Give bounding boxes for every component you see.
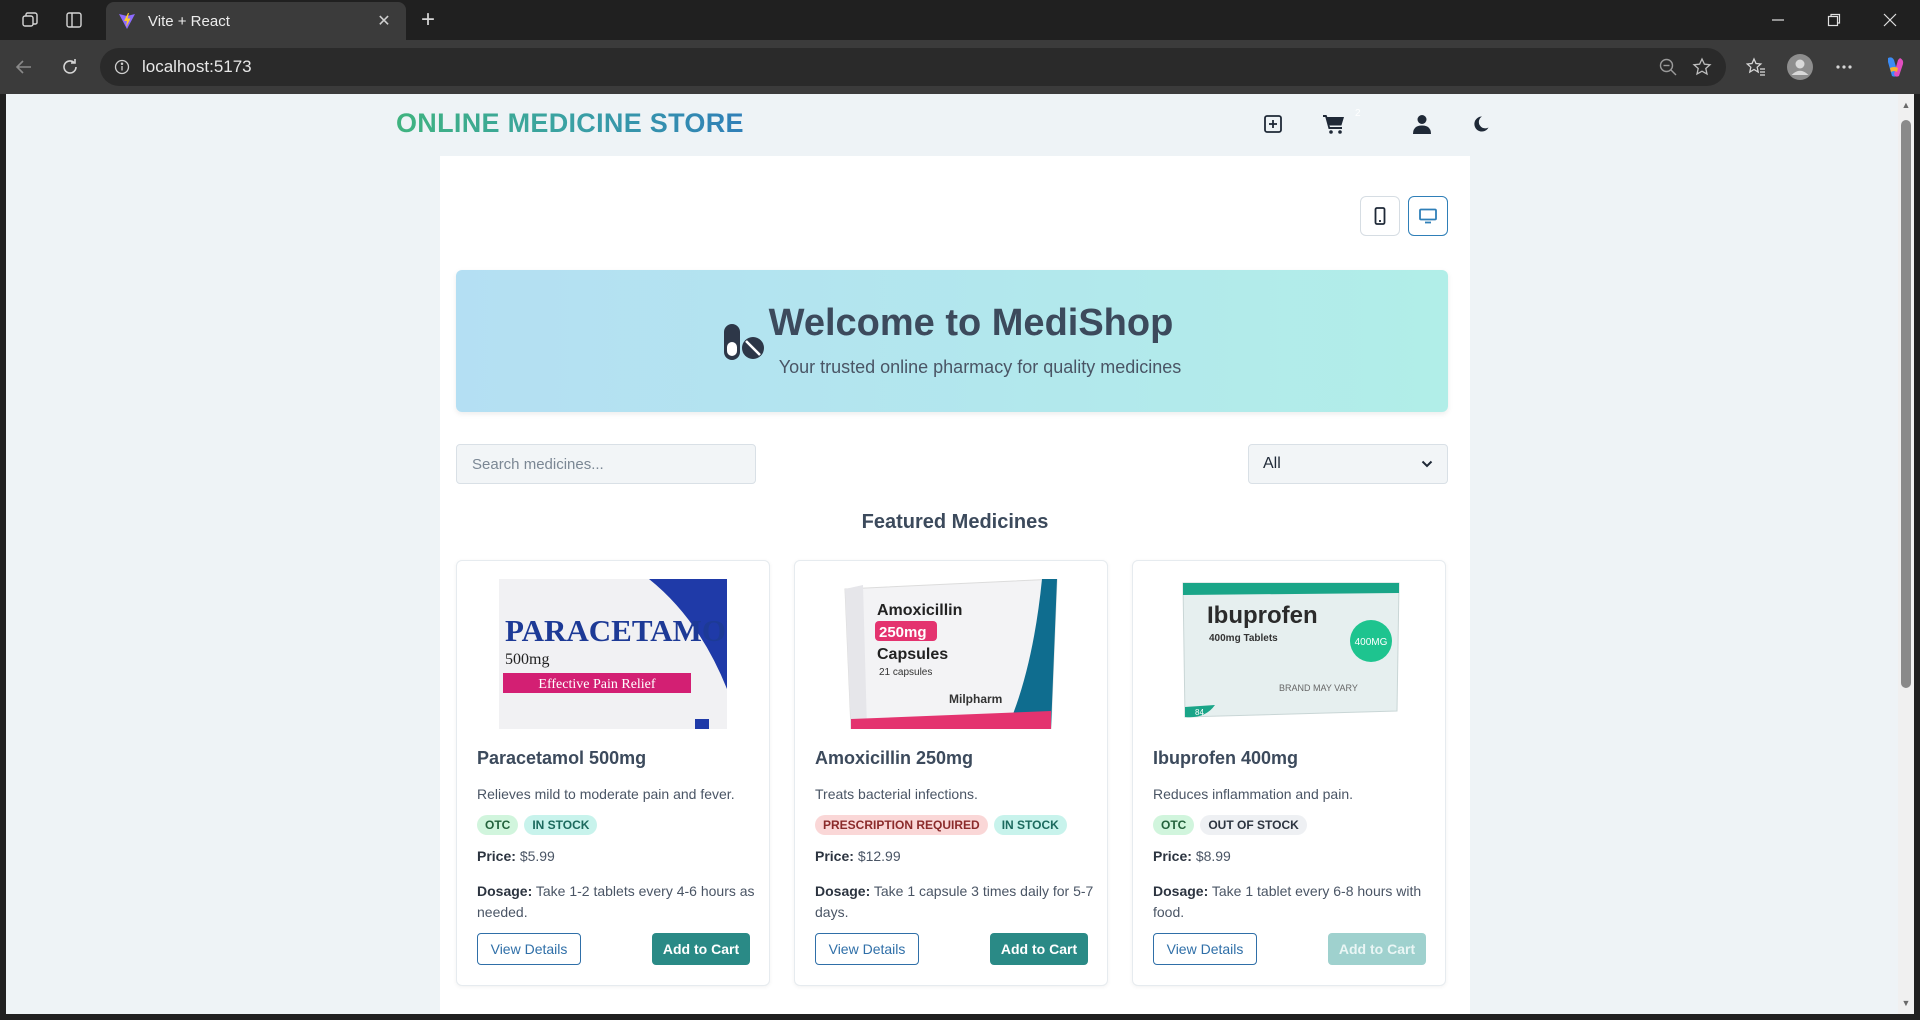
- product-card: Ibuprofen 400mg Tablets 400MG BRAND MAY …: [1132, 560, 1446, 986]
- close-window-icon[interactable]: [1862, 0, 1918, 40]
- mobile-icon: [1374, 207, 1386, 225]
- tab-close-icon[interactable]: ✕: [374, 11, 394, 31]
- url-text: localhost:5173: [142, 57, 252, 76]
- svg-text:500mg: 500mg: [505, 651, 549, 668]
- product-name: Paracetamol 500mg: [477, 748, 647, 768]
- add-to-cart-button-disabled[interactable]: Add to Cart: [1328, 933, 1426, 965]
- product-name: Ibuprofen 400mg: [1153, 748, 1299, 768]
- minimize-icon[interactable]: [1750, 0, 1806, 40]
- product-price: Price: $12.99: [815, 848, 901, 864]
- add-medicine-icon[interactable]: [1261, 112, 1285, 136]
- desktop-icon: [1419, 208, 1437, 224]
- main-content: Welcome to MediShop Your trusted online …: [440, 156, 1470, 1014]
- dark-mode-moon-icon[interactable]: [1469, 112, 1493, 136]
- product-price: Price: $5.99: [477, 848, 555, 864]
- new-tab-icon[interactable]: +: [414, 6, 442, 34]
- product-description: Treats bacterial infections.: [815, 786, 978, 802]
- paracetamol-pack-image: PARACETAMOL 500mg Effective Pain Relief: [499, 579, 727, 729]
- vite-icon: [119, 13, 135, 29]
- user-icon[interactable]: [1410, 112, 1434, 136]
- back-icon[interactable]: [10, 53, 38, 81]
- product-card: Amoxicillin 250mg Capsules 21 capsules M…: [794, 560, 1108, 986]
- reload-icon[interactable]: [56, 53, 84, 81]
- tab-title: Vite + React: [148, 12, 230, 30]
- svg-text:400mg Tablets: 400mg Tablets: [1209, 633, 1278, 644]
- scrollbar-thumb[interactable]: [1901, 120, 1911, 688]
- svg-text:PARACETAMOL: PARACETAMOL: [505, 613, 727, 648]
- mobile-view-button[interactable]: [1360, 196, 1400, 236]
- stock-badge: IN STOCK: [524, 815, 598, 835]
- svg-text:Capsules: Capsules: [877, 646, 948, 663]
- favorite-star-icon[interactable]: [1692, 57, 1712, 77]
- address-bar[interactable]: localhost:5173: [100, 48, 1726, 86]
- zoom-out-icon[interactable]: [1658, 57, 1678, 77]
- restore-icon[interactable]: [1806, 0, 1862, 40]
- view-details-button[interactable]: View Details: [1153, 933, 1257, 965]
- search-input[interactable]: [456, 444, 756, 484]
- view-details-button[interactable]: View Details: [477, 933, 581, 965]
- cart-count-badge: 2: [1355, 108, 1361, 119]
- ibuprofen-pack-image: Ibuprofen 400mg Tablets 400MG BRAND MAY …: [1175, 579, 1403, 729]
- category-selected-value: All: [1263, 455, 1281, 472]
- site-title[interactable]: ONLINE MEDICINE STORE: [396, 108, 744, 139]
- svg-text:Milpharm: Milpharm: [949, 692, 1002, 706]
- browser-tab[interactable]: Vite + React ✕: [106, 2, 406, 40]
- svg-text:Amoxicillin: Amoxicillin: [877, 602, 962, 619]
- otc-badge: OTC: [477, 815, 519, 835]
- svg-text:400MG: 400MG: [1355, 637, 1388, 648]
- product-description: Relieves mild to moderate pain and fever…: [477, 786, 735, 802]
- hero-title: Welcome to MediShop: [768, 302, 1174, 344]
- svg-text:250mg: 250mg: [879, 624, 927, 641]
- workspaces-icon[interactable]: [18, 8, 42, 32]
- product-name: Amoxicillin 250mg: [815, 748, 974, 768]
- favorites-icon[interactable]: [1742, 53, 1770, 81]
- welcome-banner: Welcome to MediShop Your trusted online …: [456, 270, 1448, 412]
- amoxicillin-pack-image: Amoxicillin 250mg Capsules 21 capsules M…: [837, 579, 1065, 729]
- cart-icon[interactable]: [1322, 112, 1346, 136]
- page-viewport: ONLINE MEDICINE STORE 2 Welcome to MediS…: [6, 94, 1898, 1014]
- site-info-icon[interactable]: [112, 57, 132, 77]
- more-menu-icon[interactable]: [1830, 53, 1858, 81]
- scroll-up-arrow-icon[interactable]: ▲: [1901, 100, 1911, 110]
- stock-badge: OUT OF STOCK: [1200, 815, 1307, 835]
- svg-text:Effective Pain Relief: Effective Pain Relief: [538, 677, 655, 692]
- chevron-down-icon: [1421, 460, 1433, 468]
- hero-subtitle: Your trusted online pharmacy for quality…: [778, 357, 1182, 377]
- otc-badge: OTC: [1153, 815, 1195, 835]
- svg-text:84: 84: [1195, 708, 1204, 717]
- browser-tab-bar: Vite + React ✕ +: [0, 0, 1920, 40]
- product-dosage: Dosage: Take 1 capsule 3 times daily for…: [815, 883, 1094, 920]
- prescription-badge: PRESCRIPTION REQUIRED: [815, 815, 988, 835]
- svg-text:Ibuprofen: Ibuprofen: [1207, 602, 1318, 629]
- section-title: Featured Medicines: [861, 511, 1049, 533]
- product-dosage: Dosage: Take 1 tablet every 6-8 hours wi…: [1153, 883, 1422, 920]
- product-price: Price: $8.99: [1153, 848, 1231, 864]
- add-to-cart-button[interactable]: Add to Cart: [652, 933, 750, 965]
- vertical-tabs-icon[interactable]: [62, 8, 86, 32]
- view-details-button[interactable]: View Details: [815, 933, 919, 965]
- scroll-down-arrow-icon[interactable]: ▼: [1901, 998, 1911, 1008]
- desktop-view-button[interactable]: [1408, 196, 1448, 236]
- svg-text:21 capsules: 21 capsules: [879, 667, 932, 678]
- add-to-cart-button[interactable]: Add to Cart: [990, 933, 1088, 965]
- page-scrollbar[interactable]: ▲ ▼: [1898, 94, 1914, 1014]
- svg-text:BRAND MAY VARY: BRAND MAY VARY: [1279, 683, 1358, 693]
- category-select[interactable]: All: [1248, 444, 1448, 484]
- product-dosage: Dosage: Take 1-2 tablets every 4-6 hours…: [477, 883, 755, 920]
- stock-badge: IN STOCK: [993, 815, 1067, 835]
- address-bar-row: localhost:5173: [0, 40, 1920, 94]
- product-description: Reduces inflammation and pain.: [1153, 786, 1354, 802]
- product-card: PARACETAMOL 500mg Effective Pain Relief …: [456, 560, 770, 986]
- copilot-icon[interactable]: [1880, 53, 1908, 81]
- profile-avatar-icon[interactable]: [1786, 53, 1814, 81]
